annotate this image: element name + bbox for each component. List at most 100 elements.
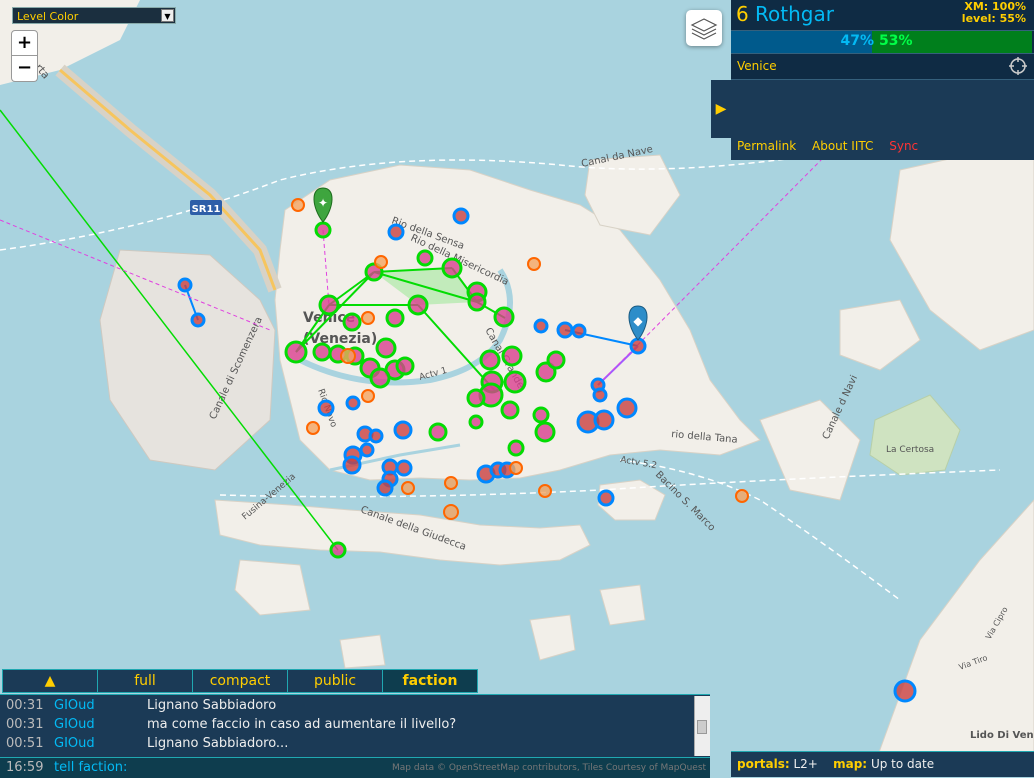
portal-marker[interactable]	[503, 370, 527, 394]
crosshair-icon[interactable]	[1008, 56, 1028, 76]
dropdown-arrow-icon[interactable]: ▼	[161, 9, 174, 22]
scrollbar-thumb[interactable]	[697, 720, 707, 734]
portal-marker[interactable]	[501, 345, 523, 367]
resistance-score: 47%	[840, 33, 874, 49]
portal-marker[interactable]	[393, 420, 413, 440]
permalink-link[interactable]: Permalink	[737, 139, 796, 153]
portal-marker[interactable]	[593, 409, 615, 431]
map-status-value: Up to date	[870, 757, 935, 771]
map-attribution: Map data © OpenStreetMap contributors, T…	[392, 763, 707, 773]
chat-time: 00:51	[6, 736, 44, 751]
portal-marker[interactable]	[345, 395, 361, 411]
portal-marker[interactable]	[369, 367, 391, 389]
portal-marker[interactable]	[385, 308, 405, 328]
chat-input-prompt: tell faction:	[54, 760, 128, 775]
portal-details	[731, 80, 1034, 134]
portal-marker[interactable]	[387, 223, 405, 241]
portal-marker[interactable]	[318, 294, 340, 316]
portal-marker[interactable]	[359, 442, 375, 458]
portal-marker[interactable]	[444, 476, 458, 490]
chat-time: 00:31	[6, 698, 44, 713]
portal-marker[interactable]	[342, 312, 362, 332]
tab-public[interactable]: public	[287, 669, 383, 693]
portal-marker[interactable]	[441, 257, 463, 279]
portal-marker[interactable]	[306, 421, 320, 435]
portal-marker[interactable]	[507, 439, 525, 457]
portal-marker[interactable]	[546, 350, 566, 370]
chat-nick[interactable]: GIOud	[54, 696, 95, 715]
portal-marker[interactable]	[452, 207, 470, 225]
map-status-label: map:	[833, 757, 868, 771]
chat-log[interactable]: 00:31 GIOud Lignano Sabbiadoro 00:31 GIO…	[0, 694, 710, 759]
portal-marker[interactable]	[329, 541, 347, 559]
portal-marker[interactable]	[533, 318, 549, 334]
portal-marker[interactable]	[893, 679, 917, 703]
portal-marker[interactable]	[468, 414, 484, 430]
zoom-out-button[interactable]: −	[11, 56, 38, 82]
portal-marker[interactable]	[500, 400, 520, 420]
portal-marker[interactable]	[395, 356, 415, 376]
portal-marker[interactable]	[428, 422, 448, 442]
portal-marker[interactable]	[629, 337, 647, 355]
portal-marker[interactable]	[317, 399, 335, 417]
portal-marker[interactable]	[395, 459, 413, 477]
chat-expand-button[interactable]: ▲	[2, 669, 98, 693]
zoom-in-button[interactable]: +	[11, 30, 38, 56]
portal-marker[interactable]	[527, 257, 541, 271]
sync-link[interactable]: Sync	[889, 139, 918, 153]
portal-marker[interactable]	[177, 277, 193, 293]
portal-marker[interactable]	[597, 489, 615, 507]
portal-marker[interactable]	[556, 321, 574, 339]
tab-compact[interactable]: compact	[192, 669, 288, 693]
tab-faction[interactable]: faction	[382, 669, 478, 693]
portal-marker[interactable]	[375, 337, 397, 359]
location-bar: Venice	[731, 53, 1034, 80]
portal-marker[interactable]	[314, 221, 332, 239]
portal-marker[interactable]	[571, 323, 587, 339]
portal-marker[interactable]	[538, 484, 552, 498]
portal-marker[interactable]	[342, 455, 362, 475]
tab-full[interactable]: full	[97, 669, 193, 693]
portal-marker[interactable]	[401, 481, 415, 495]
portal-marker[interactable]	[509, 461, 523, 475]
location-name: Venice	[737, 59, 777, 73]
portal-marker[interactable]	[443, 504, 459, 520]
portal-marker[interactable]	[374, 255, 388, 269]
sidebar-toggle-button[interactable]: ▶	[711, 80, 731, 138]
portal-marker[interactable]	[534, 421, 556, 443]
layers-button[interactable]	[686, 10, 722, 46]
faction-score-bar: 47% 53%	[731, 31, 1034, 53]
chat-nick[interactable]: GIOud	[54, 715, 95, 734]
portal-marker[interactable]	[190, 312, 206, 328]
portal-marker[interactable]	[340, 348, 356, 364]
portal-marker[interactable]	[735, 489, 749, 503]
ap-level-value: level: 55%	[961, 12, 1026, 25]
sidebar-links: Permalink About IITC Sync	[731, 134, 1034, 159]
portal-marker[interactable]	[312, 342, 332, 362]
portal-marker[interactable]	[376, 479, 394, 497]
portal-marker[interactable]	[479, 349, 501, 371]
portal-marker[interactable]	[291, 198, 305, 212]
portal-marker[interactable]	[616, 397, 638, 419]
about-iitc-link[interactable]: About IITC	[812, 139, 873, 153]
chat-nick[interactable]: GIOud	[54, 734, 95, 753]
portal-marker[interactable]	[368, 428, 384, 444]
chat-scrollbar[interactable]	[694, 696, 710, 756]
portal-marker[interactable]	[361, 311, 375, 325]
portal-marker[interactable]	[407, 294, 429, 316]
portal-marker[interactable]	[493, 306, 515, 328]
player-name: Rothgar	[755, 2, 834, 26]
portal-marker[interactable]	[592, 387, 608, 403]
portal-marker[interactable]	[284, 340, 308, 364]
chat-text: Lignano Sabbiadoro...	[147, 736, 289, 751]
portal-marker[interactable]	[361, 389, 375, 403]
chat-input-time: 16:59	[6, 760, 44, 775]
player-level: 6	[736, 2, 749, 26]
portal-marker[interactable]	[467, 292, 487, 312]
level-color-select[interactable]: Level Color ▼	[12, 7, 176, 24]
portal-marker[interactable]	[466, 388, 486, 408]
portal-marker[interactable]	[532, 406, 550, 424]
chevron-up-icon: ▲	[44, 673, 56, 689]
portal-marker[interactable]	[416, 249, 434, 267]
chat-text: Lignano Sabbiadoro	[147, 698, 277, 713]
